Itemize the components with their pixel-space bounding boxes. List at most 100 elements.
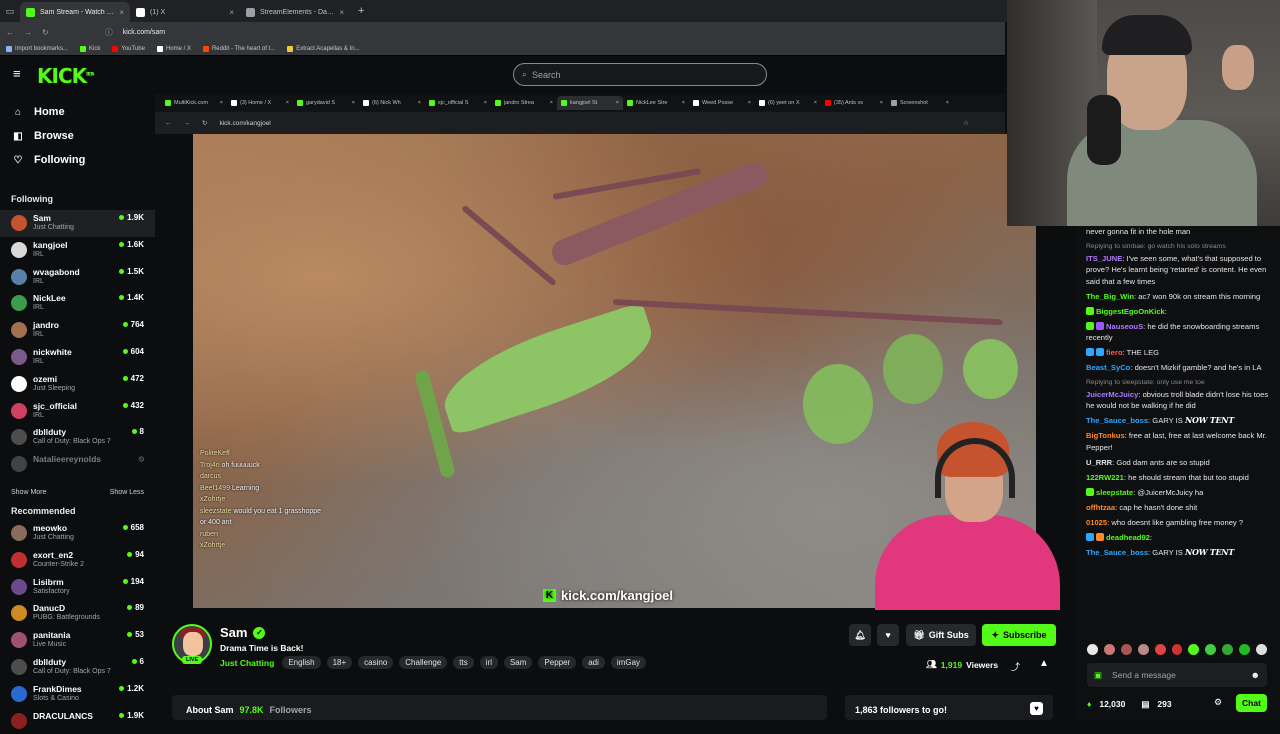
browser-tab[interactable]: (1) X × <box>130 2 240 22</box>
reload-icon[interactable]: ↻ <box>42 28 49 37</box>
site-info-icon[interactable]: ⓘ <box>105 27 113 38</box>
quick-emote-icon[interactable] <box>1087 644 1098 655</box>
bookmark-item[interactable]: Reddit - The heart of t... <box>202 45 275 52</box>
quick-emote-icon[interactable] <box>1103 644 1115 655</box>
channel-item[interactable]: Natalieereynolds ⦸ <box>0 451 155 478</box>
stream-tag[interactable]: English <box>282 656 321 669</box>
bookmark-item[interactable]: Import bookmarks... <box>6 45 68 52</box>
close-tab-icon[interactable]: × <box>229 8 234 17</box>
chat-username[interactable]: fiero <box>1106 348 1122 357</box>
quick-emote-icon[interactable] <box>1171 644 1183 655</box>
nav-item-following[interactable]: ♡ Following <box>0 148 155 172</box>
quick-emote-icon[interactable] <box>1154 644 1166 655</box>
chat-username[interactable]: The_Sauce_boss <box>1086 548 1148 557</box>
browser-tab[interactable]: StreamElements - Dashboard × <box>240 2 350 22</box>
channel-item[interactable]: exort_en2 Counter-Strike 2 94 <box>0 547 155 574</box>
chat-username[interactable]: The_Big_Win <box>1086 292 1134 301</box>
chat-username[interactable]: deadhead92 <box>1106 533 1150 542</box>
quick-emote-icon[interactable] <box>1188 644 1200 655</box>
stream-tag[interactable]: irl <box>479 656 498 669</box>
chat-username[interactable]: U_RRR <box>1086 458 1112 467</box>
channel-item[interactable]: panitania Live Music 53 <box>0 627 155 654</box>
chat-text: GARY IS <box>1152 416 1183 425</box>
channel-item[interactable]: FrankDimes Slots & Casino 1.2K <box>0 681 155 708</box>
chat-badge-icon <box>1096 348 1104 356</box>
chat-username[interactable]: sleepstate <box>1096 488 1133 497</box>
channel-item[interactable]: kangjoel IRL 1.6K <box>0 237 155 264</box>
forward-icon[interactable]: → <box>24 28 32 37</box>
channel-item[interactable]: jandro IRL 764 <box>0 317 155 344</box>
url-field[interactable]: kick.com/sam <box>123 29 165 36</box>
stream-tag[interactable]: tts <box>453 656 474 669</box>
quick-emote-icon[interactable] <box>1137 644 1149 655</box>
streamer-name[interactable]: Sam ✓ <box>220 625 266 640</box>
chat-settings-icon[interactable]: ⚙ <box>1214 697 1222 708</box>
stream-tag[interactable]: Pepper <box>538 656 577 669</box>
chat-username[interactable]: Beast_SyCo <box>1086 363 1130 372</box>
channel-item[interactable]: DanucD PUBG: Battlegrounds 89 <box>0 600 155 627</box>
quick-emote-icon[interactable] <box>1222 644 1234 655</box>
channel-item[interactable]: Lisibrm Satisfactory 194 <box>0 574 155 601</box>
goal-heart-icon[interactable]: ♥ <box>1030 702 1043 715</box>
browser-tab[interactable]: Sam Stream - Watch Live on Ki × <box>20 2 130 22</box>
chat-input[interactable]: ▣ Send a message ☻ <box>1087 663 1267 687</box>
back-icon[interactable]: ← <box>6 28 14 37</box>
chat-username[interactable]: JuicerMcJuicy <box>1086 390 1138 399</box>
bookmark-item[interactable]: YouTube <box>112 45 145 52</box>
bookmark-item[interactable]: Home / X <box>156 45 191 52</box>
follow-heart-button[interactable]: ♥ <box>877 624 899 646</box>
channel-item[interactable]: DRACULANCS 1.9K <box>0 708 155 734</box>
quick-emote-icon[interactable] <box>1205 644 1217 655</box>
category-link[interactable]: Just Chatting <box>220 658 274 668</box>
channel-item[interactable]: meowko Just Chatting 658 <box>0 520 155 547</box>
chat-username[interactable]: The_Sauce_boss <box>1086 416 1148 425</box>
stream-tag[interactable]: 18+ <box>326 656 353 669</box>
chat-username[interactable]: BiggestEgoOnKick <box>1096 307 1165 316</box>
channel-item[interactable]: ozemi Just Sleeping 472 <box>0 371 155 398</box>
chat-message: sleepstate: @JuicerMcJuicy ha <box>1086 487 1272 499</box>
kick-logo[interactable]: KICKBETA <box>37 64 94 88</box>
channel-item[interactable]: NickLee IRL 1.4K <box>0 290 155 317</box>
gift-subs-button[interactable]: 🎁︎ Gift Subs <box>906 624 976 646</box>
channel-avatar <box>11 712 27 729</box>
quick-emote-icon[interactable] <box>1120 644 1132 655</box>
subscribe-button[interactable]: ✦ Subscribe <box>982 624 1056 646</box>
channel-item[interactable]: nickwhite IRL 604 <box>0 344 155 371</box>
menu-icon[interactable]: ≡ <box>13 67 25 80</box>
chat-username[interactable]: offhtzaa <box>1086 503 1115 512</box>
chat-username[interactable]: ITS_JUNE <box>1086 254 1122 263</box>
search-input[interactable]: ⌕ Search <box>513 63 767 86</box>
quick-emote-icon[interactable] <box>1256 644 1267 655</box>
show-less-button[interactable]: Show Less <box>110 489 144 496</box>
new-tab-button[interactable]: + <box>358 5 364 17</box>
quick-emote-icon[interactable] <box>1239 644 1251 655</box>
nav-item-browse[interactable]: ◧ Browse <box>0 124 155 148</box>
chat-username[interactable]: 122RW221 <box>1086 473 1124 482</box>
share-icon[interactable]: ⤴ <box>1011 660 1020 673</box>
chat-username[interactable]: BigTonkus <box>1086 431 1125 440</box>
emote-picker-icon[interactable]: ▣ <box>1094 670 1102 681</box>
notify-bell-button[interactable]: 🔔︎ <box>849 624 871 646</box>
show-more-button[interactable]: Show More <box>11 489 46 496</box>
stream-tag[interactable]: imGay <box>610 656 647 669</box>
chat-username[interactable]: 01025 <box>1086 518 1107 527</box>
close-tab-icon[interactable]: × <box>339 8 344 17</box>
channel-item[interactable]: wvagabond IRL 1.5K <box>0 264 155 291</box>
stream-tag[interactable]: adi <box>582 656 605 669</box>
channel-item[interactable]: Sam Just Chatting 1.9K <box>0 210 155 237</box>
channel-item[interactable]: dbllduty Call of Duty: Black Ops 78 <box>0 424 155 451</box>
tab-search-icon[interactable]: ▭ <box>0 6 20 17</box>
bookmark-item[interactable]: Extract Acapellas & In... <box>287 45 360 52</box>
bookmark-item[interactable]: Kick <box>80 45 100 52</box>
stream-tag[interactable]: Sam <box>503 656 533 669</box>
nav-item-home[interactable]: ⌂ Home <box>0 100 155 124</box>
chat-username[interactable]: NauseouS <box>1106 322 1143 331</box>
channel-item[interactable]: sjc_official IRL 432 <box>0 398 155 425</box>
report-icon[interactable]: ▲ <box>1039 658 1049 669</box>
emoji-icon[interactable]: ☻ <box>1251 670 1260 680</box>
stream-tag[interactable]: casino <box>358 656 394 669</box>
chat-send-button[interactable]: Chat <box>1236 694 1267 712</box>
close-tab-icon[interactable]: × <box>119 8 124 17</box>
stream-tag[interactable]: Challenge <box>399 656 448 669</box>
channel-item[interactable]: dbllduty Call of Duty: Black Ops 76 <box>0 654 155 681</box>
